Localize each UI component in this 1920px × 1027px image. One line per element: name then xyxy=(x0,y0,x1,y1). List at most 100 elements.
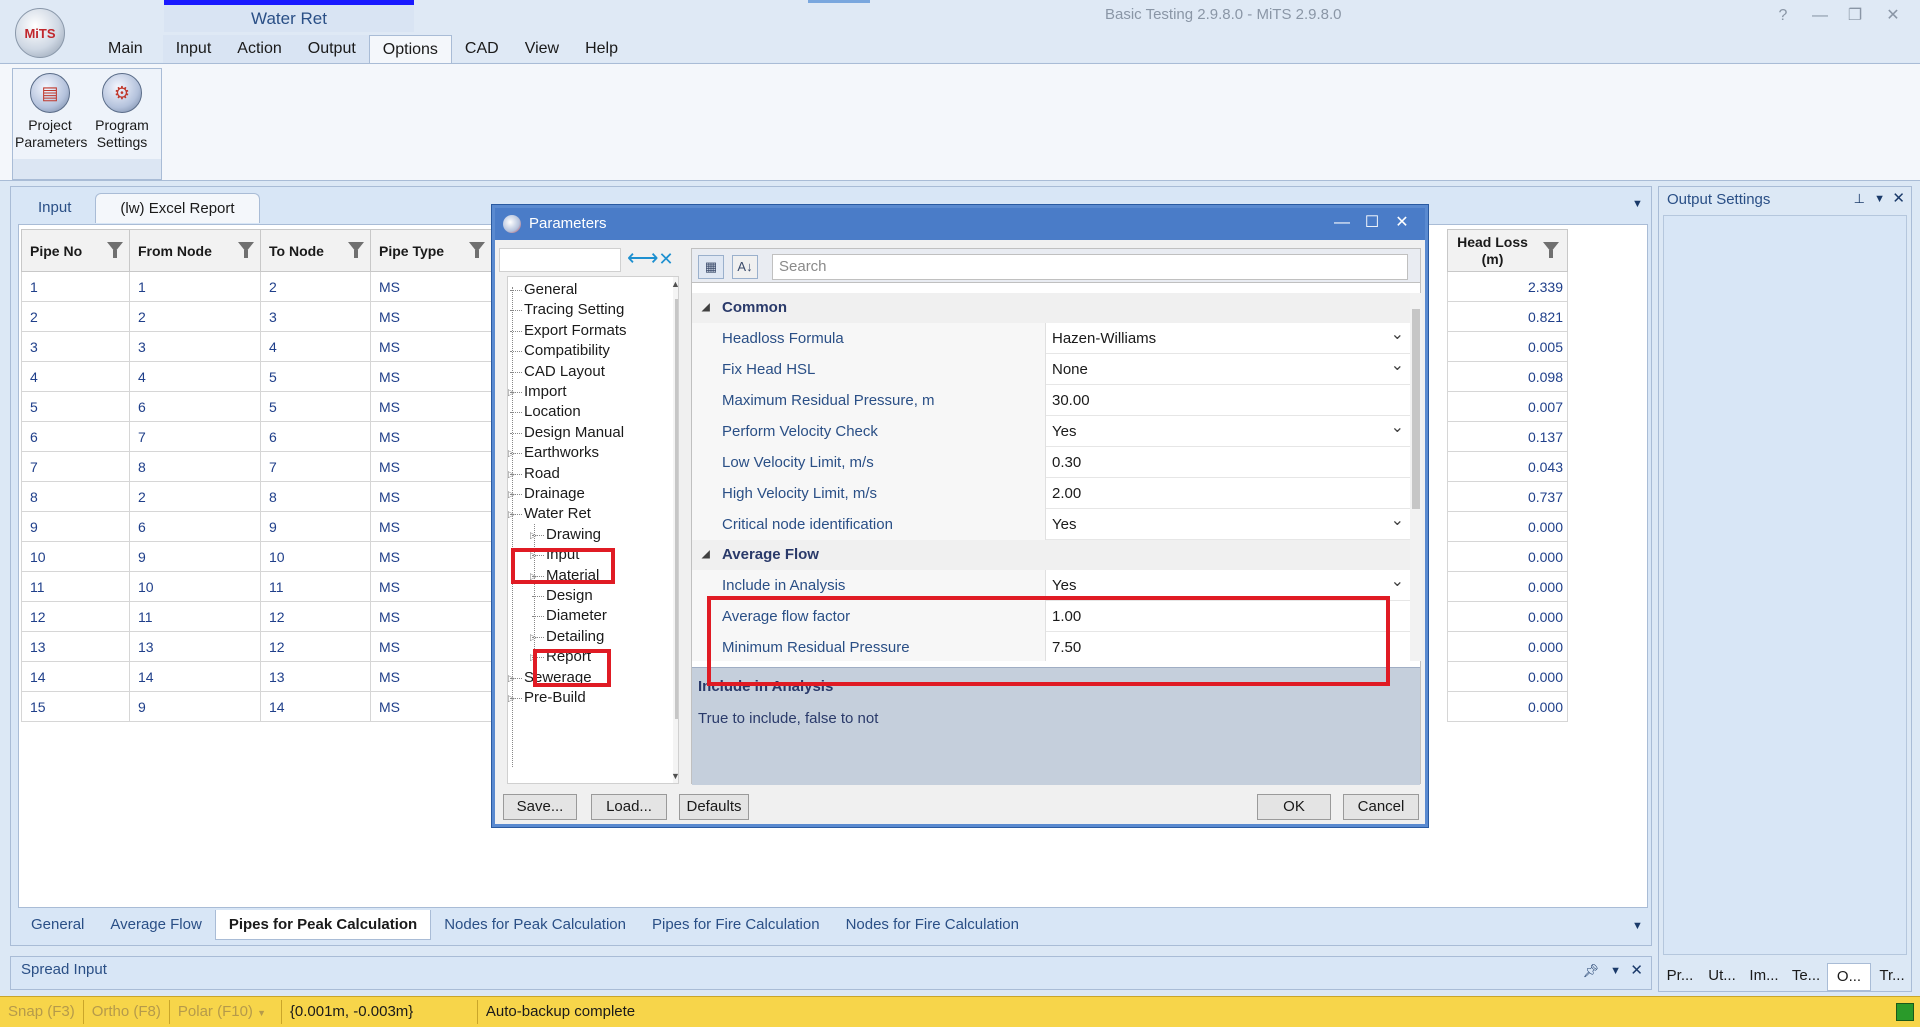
table-cell[interactable]: 12 xyxy=(21,601,130,632)
bottom-tabs-dropdown-icon[interactable]: ▼ xyxy=(1632,920,1643,932)
minimize-icon[interactable]: — xyxy=(1327,208,1357,240)
bottom-tab[interactable]: General xyxy=(18,910,97,940)
output-panel-tab[interactable]: O... xyxy=(1827,963,1871,991)
table-cell[interactable]: 4 xyxy=(129,361,261,392)
load-button[interactable]: Load... xyxy=(591,794,667,820)
table-cell[interactable]: 14 xyxy=(260,691,371,722)
help-icon[interactable]: ? xyxy=(1768,4,1798,28)
chevron-down-icon[interactable]: ▼ xyxy=(1874,193,1885,205)
column-header-pipe-no[interactable]: Pipe No xyxy=(21,229,130,272)
table-cell[interactable]: 13 xyxy=(21,631,130,662)
tab-action[interactable]: Action xyxy=(224,35,295,63)
table-cell[interactable]: MS xyxy=(370,661,492,692)
table-cell[interactable]: 1 xyxy=(21,271,130,302)
table-cell[interactable]: MS xyxy=(370,601,492,632)
category-average-flow[interactable]: Average Flow xyxy=(692,540,1410,570)
tree-child-item[interactable]: Input xyxy=(546,544,579,566)
tree-child-item[interactable]: Diameter xyxy=(546,605,607,627)
table-cell[interactable]: 3 xyxy=(129,331,261,362)
expand-collapse-icon[interactable]: ⟷✕ xyxy=(627,246,683,272)
doc-tabs-dropdown-icon[interactable]: ▼ xyxy=(1632,198,1643,210)
tree-item[interactable]: Tracing Setting xyxy=(524,299,624,321)
property-row[interactable]: Perform Velocity Check Yes xyxy=(692,412,1410,447)
table-row[interactable]: 0.000 xyxy=(1447,691,1568,722)
column-header-pipe-type[interactable]: Pipe Type xyxy=(370,229,492,272)
table-cell[interactable]: 1 xyxy=(129,271,261,302)
property-row[interactable]: Average flow factor 1.00 xyxy=(692,601,1410,632)
output-panel-tab[interactable]: Tr... xyxy=(1871,963,1913,991)
filter-icon[interactable] xyxy=(469,242,485,258)
tree-child-item[interactable]: Design xyxy=(546,585,593,607)
table-row[interactable]: 13 13 12 MS xyxy=(21,631,492,662)
bottom-tab[interactable]: Pipes for Fire Calculation xyxy=(639,910,833,940)
table-cell[interactable]: 11 xyxy=(21,571,130,602)
close-icon[interactable]: ✕ xyxy=(1892,189,1905,207)
restore-icon[interactable]: ❐ xyxy=(1840,4,1870,28)
table-cell[interactable]: MS xyxy=(370,541,492,572)
property-value-input[interactable]: 7.50 xyxy=(1046,632,1410,661)
column-header-to-node[interactable]: To Node xyxy=(260,229,371,272)
tree-item[interactable]: General xyxy=(524,279,577,301)
close-icon[interactable]: ✕ xyxy=(1387,208,1417,240)
table-cell[interactable]: 5 xyxy=(21,391,130,422)
tree-item[interactable]: Road xyxy=(524,463,560,485)
table-cell[interactable]: 4 xyxy=(21,361,130,392)
table-cell[interactable]: 10 xyxy=(260,541,371,572)
property-scroll-thumb[interactable] xyxy=(1412,309,1420,509)
table-cell[interactable]: 6 xyxy=(260,421,371,452)
table-row[interactable]: 3 3 4 MS xyxy=(21,331,492,362)
cancel-button[interactable]: Cancel xyxy=(1343,794,1419,820)
program-settings-button[interactable]: ⚙ Program Settings xyxy=(87,73,157,151)
tree-item[interactable]: Compatibility xyxy=(524,340,610,362)
table-cell[interactable]: 0.000 xyxy=(1447,571,1568,602)
property-value-dropdown[interactable]: Hazen-Williams xyxy=(1046,319,1410,354)
property-search-input[interactable]: Search xyxy=(772,254,1408,280)
ortho-toggle[interactable]: Ortho (F8) xyxy=(84,1000,170,1024)
table-cell[interactable]: 3 xyxy=(21,331,130,362)
save-button[interactable]: Save... xyxy=(503,794,577,820)
scroll-up-icon[interactable]: ▲ xyxy=(671,279,678,289)
table-cell[interactable]: 9 xyxy=(21,511,130,542)
doc-tab-excel-report[interactable]: (lw) Excel Report xyxy=(95,193,260,223)
minimize-icon[interactable]: — xyxy=(1805,4,1835,28)
categorized-view-icon[interactable]: ▦ xyxy=(698,255,724,279)
table-cell[interactable]: 0.007 xyxy=(1447,391,1568,422)
table-cell[interactable]: 14 xyxy=(21,661,130,692)
table-cell[interactable]: 0.000 xyxy=(1447,511,1568,542)
property-value-dropdown[interactable]: None xyxy=(1046,350,1410,385)
table-cell[interactable]: 0.098 xyxy=(1447,361,1568,392)
property-value-input[interactable]: 1.00 xyxy=(1046,601,1410,632)
property-value-dropdown[interactable]: Yes xyxy=(1046,566,1410,601)
property-row[interactable]: Minimum Residual Pressure 7.50 xyxy=(692,632,1410,661)
table-cell[interactable]: 6 xyxy=(21,421,130,452)
table-cell[interactable]: 15 xyxy=(21,691,130,722)
table-cell[interactable]: MS xyxy=(370,271,492,302)
table-row[interactable]: 0.043 xyxy=(1447,451,1568,482)
tree-item[interactable]: CAD Layout xyxy=(524,361,605,383)
filter-icon[interactable] xyxy=(238,242,254,258)
property-row[interactable]: Headloss Formula Hazen-Williams xyxy=(692,319,1410,354)
property-value-input[interactable]: 30.00 xyxy=(1046,385,1410,416)
property-row[interactable]: Fix Head HSL None xyxy=(692,350,1410,385)
tree-child-item[interactable]: Report xyxy=(546,646,591,668)
project-parameters-button[interactable]: ▤ Project Parameters xyxy=(15,73,87,151)
table-cell[interactable]: 8 xyxy=(21,481,130,512)
table-row[interactable]: 11 10 11 MS xyxy=(21,571,492,602)
table-cell[interactable]: 0.000 xyxy=(1447,661,1568,692)
defaults-button[interactable]: Defaults xyxy=(679,794,749,820)
property-value-input[interactable]: 0.30 xyxy=(1046,447,1410,478)
tab-options[interactable]: Options xyxy=(368,35,452,63)
tree-item[interactable]: Drainage xyxy=(524,483,585,505)
property-row[interactable]: Low Velocity Limit, m/s 0.30 xyxy=(692,447,1410,478)
property-value-dropdown[interactable]: Yes xyxy=(1046,412,1410,447)
table-cell[interactable]: MS xyxy=(370,481,492,512)
table-cell[interactable]: 0.000 xyxy=(1447,631,1568,662)
table-row[interactable]: 6 7 6 MS xyxy=(21,421,492,452)
tree-item[interactable]: Location xyxy=(524,401,581,423)
tree-child-item[interactable]: Drawing xyxy=(546,524,601,546)
table-cell[interactable]: MS xyxy=(370,511,492,542)
tree-child-item[interactable]: Material xyxy=(546,565,599,587)
table-cell[interactable]: 2 xyxy=(260,271,371,302)
bottom-tab[interactable]: Pipes for Peak Calculation xyxy=(214,910,432,940)
table-row[interactable]: 0.000 xyxy=(1447,541,1568,572)
